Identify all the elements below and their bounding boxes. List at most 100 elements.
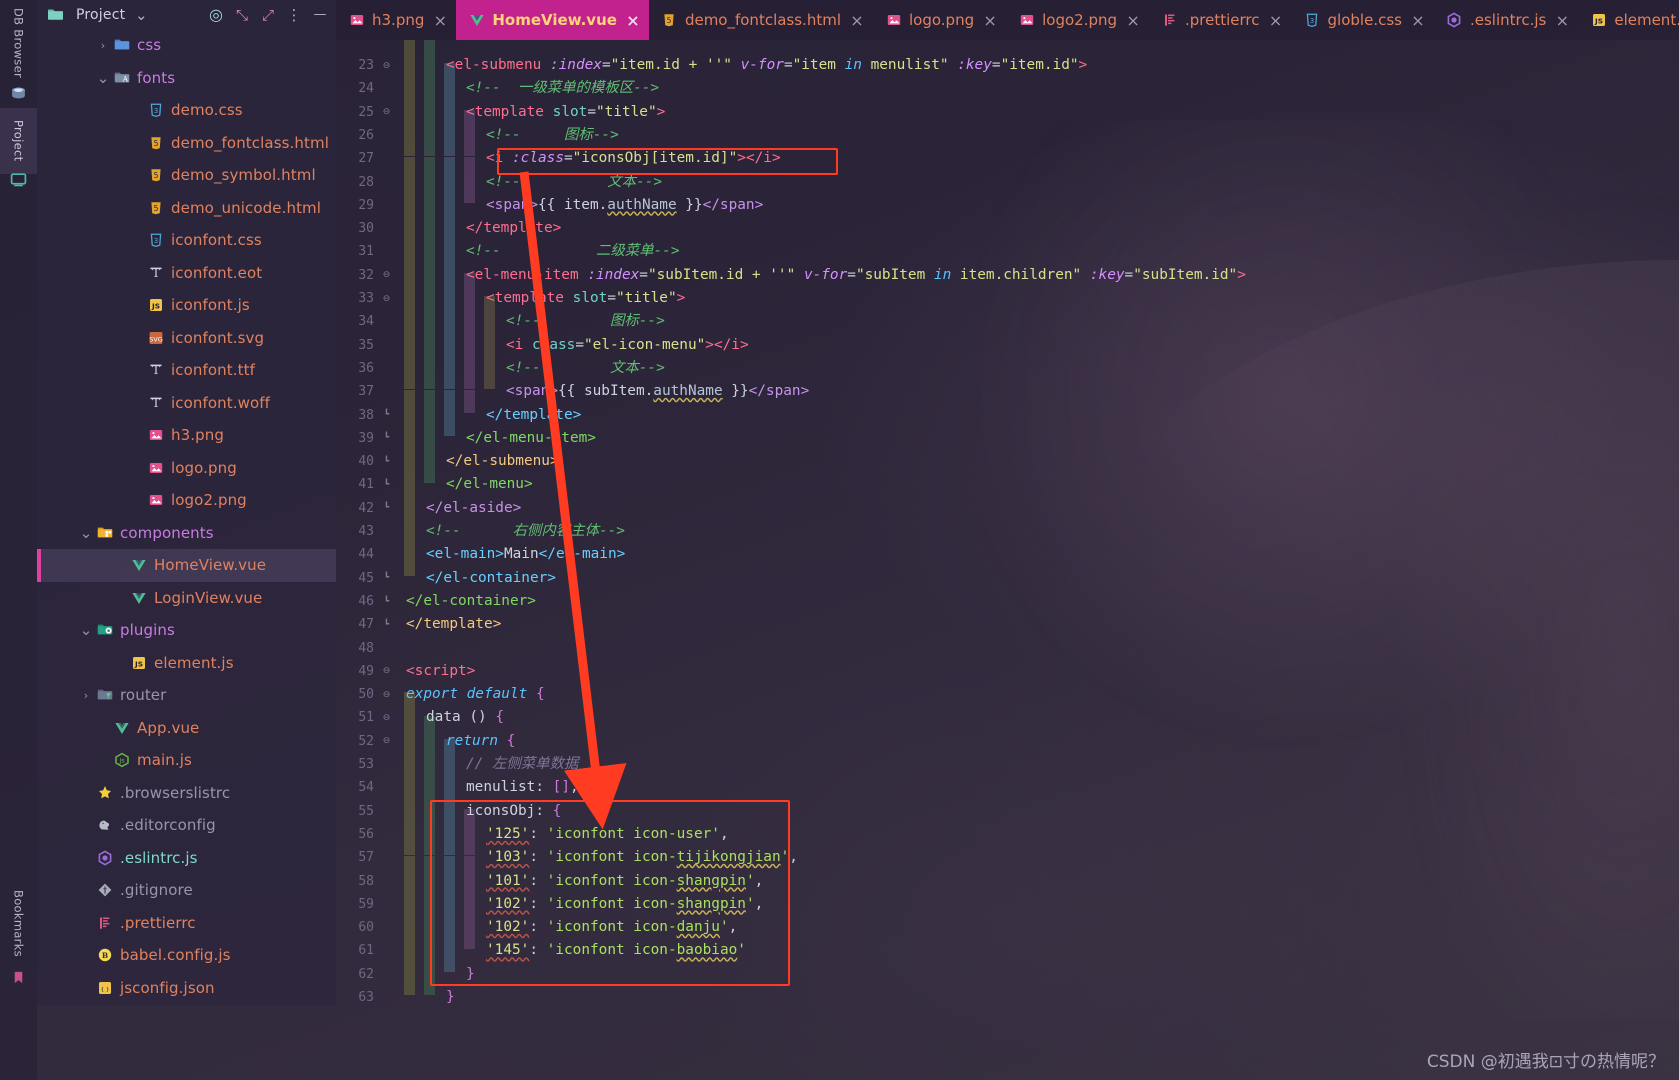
tree-item-logo-png[interactable]: logo.png: [37, 452, 336, 485]
code-line[interactable]: <!-- 图标-->: [506, 310, 665, 333]
code-line[interactable]: <!-- 文本-->: [486, 171, 662, 194]
tree-item-iconfont-ttf[interactable]: Ticonfont.ttf: [37, 354, 336, 387]
code-line[interactable]: <i :class="iconsObj[item.id]"></i>: [486, 147, 781, 170]
collapse-all-icon[interactable]: ⤢: [258, 5, 278, 25]
code-line[interactable]: iconsObj: {: [466, 800, 561, 823]
code-line[interactable]: </el-aside>: [426, 497, 521, 520]
fold-toggle-icon[interactable]: ⊖: [381, 730, 392, 753]
code-line[interactable]: '125': 'iconfont icon-user',: [486, 823, 729, 846]
code-line[interactable]: // 左侧菜单数据: [466, 753, 578, 776]
tree-item-eslintrc-js[interactable]: .eslintrc.js: [37, 842, 336, 875]
code-line[interactable]: </el-menu-item>: [466, 427, 596, 450]
code-line[interactable]: <!-- 右侧内容主体-->: [426, 520, 625, 543]
fold-toggle-icon[interactable]: ⊖: [381, 264, 392, 287]
fold-toggle-icon[interactable]: ⊖: [381, 660, 392, 683]
tree-item-h3-png[interactable]: h3.png: [37, 419, 336, 452]
code-line[interactable]: </template>: [466, 217, 561, 240]
code-line[interactable]: }: [446, 986, 455, 1009]
fold-end-marker[interactable]: ┗: [381, 567, 392, 590]
editor-tab-homeview-vue[interactable]: HomeView.vue ×: [456, 0, 649, 40]
code-line[interactable]: <el-menu-item :index="subItem.id + ''" v…: [466, 264, 1246, 287]
tree-item-iconfont-svg[interactable]: SVG iconfont.svg: [37, 322, 336, 355]
editor-tab-logo-png[interactable]: logo.png ×: [873, 0, 1006, 40]
expand-all-icon[interactable]: ⤡: [232, 5, 252, 25]
tree-item-editorconfig[interactable]: .editorconfig: [37, 809, 336, 842]
fold-end-marker[interactable]: ┗: [381, 590, 392, 613]
minimize-icon[interactable]: —: [310, 5, 330, 25]
code-line[interactable]: '103': 'iconfont icon-tijikongjian',: [486, 846, 798, 869]
fold-end-marker[interactable]: ┗: [381, 427, 392, 450]
code-line[interactable]: return {: [446, 730, 515, 753]
tree-item-css[interactable]: › css: [37, 29, 336, 62]
tree-item-iconfont-css[interactable]: 3 iconfont.css: [37, 224, 336, 257]
close-tab-icon[interactable]: ×: [1555, 11, 1569, 30]
close-tab-icon[interactable]: ×: [1126, 11, 1140, 30]
fold-end-marker[interactable]: ┗: [381, 450, 392, 473]
tree-item-demo-css[interactable]: 3 demo.css: [37, 94, 336, 127]
fold-end-marker[interactable]: ┗: [381, 613, 392, 636]
code-line[interactable]: export default {: [406, 683, 545, 706]
close-tab-icon[interactable]: ×: [433, 11, 447, 30]
editor-tab-prettierrc[interactable]: .prettierrc ×: [1149, 0, 1292, 40]
tree-item-jsconfig-json[interactable]: { } jsconfig.json: [37, 972, 336, 1005]
tree-item-homeview-vue[interactable]: HomeView.vue: [37, 549, 336, 582]
fold-toggle-icon[interactable]: ⊖: [381, 683, 392, 706]
code-line[interactable]: <!-- 图标-->: [486, 124, 619, 147]
tree-item-iconfont-woff[interactable]: Ticonfont.woff: [37, 387, 336, 420]
tree-item-iconfont-js[interactable]: JS iconfont.js: [37, 289, 336, 322]
code-line[interactable]: <span>{{ subItem.authName }}</span>: [506, 380, 809, 403]
code-line[interactable]: '145': 'iconfont icon-baobiao': [486, 939, 746, 962]
code-line[interactable]: </el-container>: [406, 590, 536, 613]
code-content[interactable]: <el-submenu :index="item.id + ''" v-for=…: [398, 40, 1679, 1080]
editor-tab-element-js[interactable]: JSelement.js×: [1578, 0, 1679, 40]
close-tab-icon[interactable]: ×: [1269, 11, 1283, 30]
code-line[interactable]: '102': 'iconfont icon-shangpin',: [486, 893, 763, 916]
tree-item-babel-config-js[interactable]: Bbabel.config.js: [37, 939, 336, 972]
tree-item-components[interactable]: ⌄ components: [37, 517, 336, 550]
tree-item-app-vue[interactable]: App.vue: [37, 712, 336, 745]
rail-item-bookmarks[interactable]: Bookmarks: [0, 880, 37, 966]
fold-toggle-icon[interactable]: ⊖: [381, 54, 392, 77]
code-line[interactable]: </template>: [486, 404, 581, 427]
code-line[interactable]: <template slot="title">: [466, 101, 665, 124]
tree-item-demo-symbol-html[interactable]: 5 demo_symbol.html: [37, 159, 336, 192]
fold-toggle-icon[interactable]: ⊖: [381, 706, 392, 729]
target-locate-icon[interactable]: ◎: [206, 5, 226, 25]
code-line[interactable]: data () {: [426, 706, 504, 729]
tree-item-logo2-png[interactable]: logo2.png: [37, 484, 336, 517]
close-tab-icon[interactable]: ×: [626, 11, 640, 30]
chevron-down-icon[interactable]: ⌄: [77, 621, 95, 639]
code-line[interactable]: </template>: [406, 613, 501, 636]
code-line[interactable]: <template slot="title">: [486, 287, 685, 310]
chevron-right-icon[interactable]: ›: [77, 686, 95, 704]
chevron-right-icon[interactable]: ›: [94, 36, 112, 54]
close-tab-icon[interactable]: ×: [983, 11, 997, 30]
fold-end-marker[interactable]: ┗: [381, 497, 392, 520]
tree-item-gitignore[interactable]: .gitignore: [37, 874, 336, 907]
code-line[interactable]: </el-menu>: [446, 473, 533, 496]
editor-tab-globle-css[interactable]: 3 globle.css ×: [1292, 0, 1434, 40]
tree-item-fonts[interactable]: ⌄ Afonts: [37, 62, 336, 95]
code-line[interactable]: </el-submenu>: [446, 450, 559, 473]
editor-tab-eslintrc-js[interactable]: .eslintrc.js ×: [1434, 0, 1578, 40]
code-line[interactable]: menulist: [],: [466, 776, 579, 799]
chevron-down-icon[interactable]: ⌄: [94, 69, 112, 87]
tree-item-element-js[interactable]: JS element.js: [37, 647, 336, 680]
code-line[interactable]: '101': 'iconfont icon-shangpin',: [486, 870, 763, 893]
chevron-down-icon[interactable]: ⌄: [131, 5, 151, 25]
tree-item-iconfont-eot[interactable]: Ticonfont.eot: [37, 257, 336, 290]
fold-toggle-icon[interactable]: ⊖: [381, 101, 392, 124]
tree-item-browserslistrc[interactable]: .browserslistrc: [37, 777, 336, 810]
code-line[interactable]: <!-- 文本-->: [506, 357, 665, 380]
tree-item-demo-fontclass-html[interactable]: 5 demo_fontclass.html: [37, 127, 336, 160]
code-line[interactable]: <i class="el-icon-menu"></i>: [506, 334, 749, 357]
code-line[interactable]: <!-- 一级菜单的模板区-->: [466, 77, 659, 100]
tree-item-prettierrc[interactable]: .prettierrc: [37, 907, 336, 940]
code-line[interactable]: '102': 'iconfont icon-danju',: [486, 916, 737, 939]
close-tab-icon[interactable]: ×: [850, 11, 864, 30]
code-line[interactable]: <script>: [406, 660, 475, 683]
fold-end-marker[interactable]: ┗: [381, 404, 392, 427]
tree-item-router[interactable]: › router: [37, 679, 336, 712]
code-line[interactable]: <!-- 二级菜单-->: [466, 240, 680, 263]
fold-toggle-icon[interactable]: ⊖: [381, 287, 392, 310]
